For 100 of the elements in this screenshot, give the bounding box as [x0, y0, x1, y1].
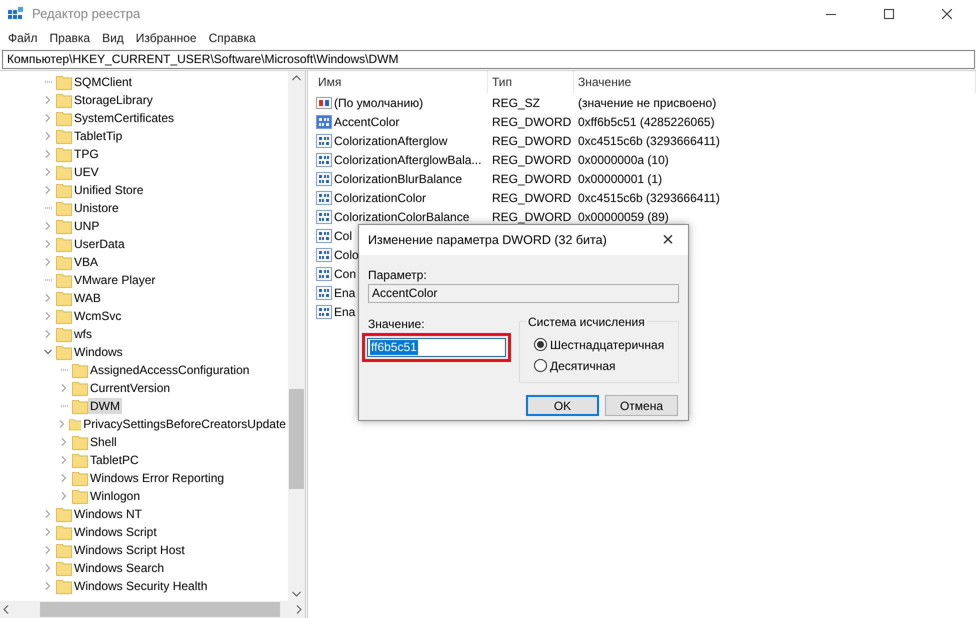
expand-icon[interactable] — [44, 510, 52, 518]
tree-item[interactable]: VMware Player — [72, 272, 158, 288]
value-name[interactable]: Con — [334, 264, 356, 282]
value-name[interactable]: ColorizationColor — [334, 188, 426, 206]
column-header[interactable]: Имя — [314, 71, 488, 93]
expand-icon[interactable] — [60, 456, 68, 464]
horizontal-scrollbar[interactable] — [0, 601, 305, 618]
expand-icon[interactable] — [44, 294, 52, 302]
tree-item[interactable]: AssignedAccessConfiguration — [88, 362, 252, 378]
tree-item[interactable]: StorageLibrary — [72, 92, 155, 108]
value-name[interactable]: (По умолчанию) — [334, 94, 424, 112]
value-name[interactable]: Colo — [334, 246, 359, 264]
column-header[interactable]: Тип — [488, 71, 574, 93]
tree-item[interactable]: Unified Store — [72, 182, 146, 198]
tree-item[interactable]: PrivacySettingsBeforeCreatorsUpdate — [81, 416, 288, 432]
ok-button[interactable]: OK — [526, 395, 599, 416]
value-name[interactable]: ColorizationBlurBalance — [334, 170, 462, 188]
expand-icon[interactable] — [60, 474, 68, 482]
expand-icon[interactable] — [44, 186, 52, 194]
radio-option[interactable]: Десятичная — [534, 355, 670, 376]
tree-item[interactable]: Windows Error Reporting — [88, 470, 226, 486]
radio-option[interactable]: Шестнадцатеричная — [534, 334, 670, 355]
folder-icon — [72, 380, 88, 396]
expand-icon[interactable] — [60, 384, 68, 392]
value-name[interactable]: AccentColor — [334, 112, 400, 130]
expand-icon[interactable] — [44, 258, 52, 266]
scroll-thumb[interactable] — [40, 602, 280, 617]
tree-item[interactable]: Windows Security Health — [72, 578, 210, 594]
value-name[interactable]: ColorizationAfterglowBala... — [334, 150, 482, 168]
tree-item[interactable]: wfs — [72, 326, 94, 342]
folder-icon — [56, 308, 72, 324]
folder-icon — [56, 524, 72, 540]
tree-item[interactable]: Windows Search — [72, 560, 166, 576]
expand-icon[interactable] — [44, 132, 52, 140]
expand-icon[interactable] — [58, 420, 66, 428]
expand-icon[interactable] — [60, 492, 68, 500]
address-field[interactable]: Компьютер\HKEY_CURRENT_USER\Software\Microsoft\Windows\DWM — [2, 50, 975, 69]
expand-icon[interactable] — [44, 222, 52, 230]
tree-item[interactable]: Unistore — [72, 200, 121, 216]
expand-icon[interactable] — [44, 528, 52, 536]
menu-item[interactable]: Файл — [2, 29, 44, 47]
folder-icon — [56, 254, 72, 270]
expand-icon[interactable] — [44, 114, 52, 122]
tree-item[interactable]: SQMClient — [72, 74, 134, 90]
tree-item[interactable]: Windows Script Host — [72, 542, 187, 558]
vertical-scrollbar[interactable] — [288, 71, 305, 601]
value-name[interactable]: Ena — [334, 284, 356, 302]
tree-item[interactable]: UserData — [72, 236, 127, 252]
menu-item[interactable]: Избранное — [130, 29, 203, 47]
expand-icon[interactable] — [44, 96, 52, 104]
value-name[interactable]: Col — [334, 226, 352, 244]
menu-item[interactable]: Правка — [44, 29, 96, 47]
scroll-thumb[interactable] — [289, 389, 304, 489]
tree-item[interactable]: TPG — [72, 146, 101, 162]
tree-item[interactable]: CurrentVersion — [88, 380, 172, 396]
tree-item[interactable]: TabletPC — [88, 452, 141, 468]
tree-item[interactable]: Shell — [88, 434, 119, 450]
tree-item[interactable]: WcmSvc — [72, 308, 124, 324]
value-name[interactable]: Ena — [334, 302, 356, 320]
value-name[interactable]: ColorizationAfterglow — [334, 132, 448, 150]
value-data: 0x0000000a (10) — [578, 152, 669, 166]
column-header[interactable]: Значение — [574, 71, 976, 93]
radio-button[interactable] — [534, 338, 547, 351]
folder-icon — [56, 290, 72, 306]
tree-item[interactable]: SystemCertificates — [72, 110, 176, 126]
tree-item[interactable]: DWM — [88, 398, 122, 414]
expand-icon[interactable] — [44, 564, 52, 572]
value-field[interactable]: ff6b5c51 — [367, 338, 506, 357]
radio-label: Десятичная — [550, 358, 616, 374]
expand-icon[interactable] — [44, 330, 52, 338]
value-type: REG_DWORD — [492, 172, 572, 186]
expand-icon[interactable] — [60, 438, 68, 446]
tree-item[interactable]: WAB — [72, 290, 103, 306]
folder-icon — [56, 218, 72, 234]
folder-icon — [72, 470, 88, 486]
expand-icon[interactable] — [44, 546, 52, 554]
value-data: 0xff6b5c51 (4285226065) — [578, 114, 715, 128]
expand-icon[interactable] — [44, 312, 52, 320]
tree-item[interactable]: TabletTip — [72, 128, 124, 144]
cancel-button[interactable]: Отмена — [605, 395, 678, 416]
expand-icon[interactable] — [44, 240, 52, 248]
close-button[interactable]: × — [648, 225, 688, 255]
expand-icon[interactable] — [44, 168, 52, 176]
expand-icon[interactable] — [44, 582, 52, 590]
tree-item[interactable]: VBA — [72, 254, 100, 270]
parameter-field[interactable]: AccentColor — [368, 284, 679, 303]
tree-item[interactable]: Windows NT — [72, 506, 144, 522]
menu-item[interactable]: Вид — [96, 29, 130, 47]
tree-item[interactable]: UNP — [72, 218, 102, 234]
radio-button[interactable] — [534, 359, 547, 372]
tree-item[interactable]: Windows — [72, 344, 125, 360]
collapse-icon[interactable] — [44, 348, 52, 356]
folder-icon — [56, 110, 72, 126]
expand-icon[interactable] — [44, 150, 52, 158]
value-name[interactable]: ColorizationColorBalance — [334, 208, 470, 226]
tree-item[interactable]: Windows Script — [72, 524, 159, 540]
tree-item[interactable]: UEV — [72, 164, 101, 180]
folder-icon — [72, 488, 88, 504]
menu-item[interactable]: Справка — [202, 29, 262, 47]
tree-item[interactable]: Winlogon — [88, 488, 142, 504]
